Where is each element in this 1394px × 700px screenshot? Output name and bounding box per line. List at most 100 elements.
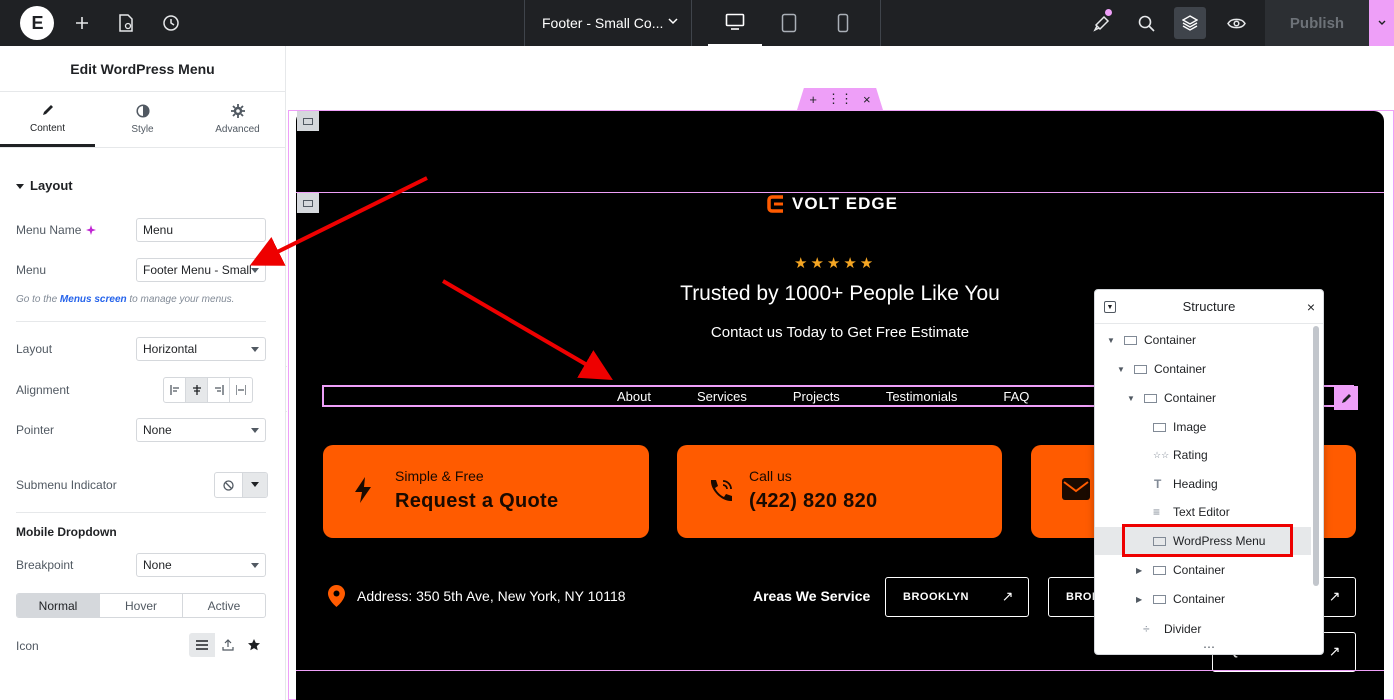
star-icon[interactable] xyxy=(241,633,267,657)
tab-style[interactable]: Style xyxy=(95,92,190,147)
pointer-select[interactable]: None xyxy=(136,418,266,442)
menu-label: Menu xyxy=(16,263,47,277)
menu-item-faq[interactable]: FAQ xyxy=(1003,389,1029,404)
chevron-down-icon xyxy=(251,563,259,568)
ai-sparkle-icon[interactable] xyxy=(86,225,97,235)
notifications-icon[interactable] xyxy=(1090,0,1114,46)
divider xyxy=(16,321,266,322)
divider-icon: ÷ xyxy=(1143,622,1150,636)
state-tab-hover[interactable]: Hover xyxy=(100,594,183,617)
menu-name-label-row: Menu Name xyxy=(16,223,97,237)
structure-panel: ▼ Structure × ▼ Container ▼ Container ▼ Con… xyxy=(1094,289,1324,655)
section-layout-title: Layout xyxy=(30,178,73,193)
menu-item-about[interactable]: About xyxy=(617,389,651,404)
preview-eye-icon[interactable] xyxy=(1224,0,1248,46)
container-handle-icon[interactable] xyxy=(297,193,319,213)
tab-advanced[interactable]: Advanced xyxy=(190,92,285,147)
chevron-down-icon xyxy=(251,428,259,433)
structure-node-heading[interactable]: T Heading xyxy=(1095,470,1311,498)
align-justify-icon[interactable] xyxy=(230,378,252,402)
menu-item-testimonials[interactable]: Testimonials xyxy=(886,389,958,404)
state-tabs: Normal Hover Active xyxy=(16,593,266,618)
layout-select[interactable]: Horizontal xyxy=(136,337,266,361)
node-label: Container xyxy=(1144,333,1197,347)
brand-logo: VOLT EDGE xyxy=(766,194,898,214)
chevron-down-icon[interactable] xyxy=(243,473,267,497)
elementor-logo[interactable]: E xyxy=(20,6,54,40)
cta-card-quote[interactable]: Simple & Free Request a Quote xyxy=(323,445,649,538)
publish-options-chevron-icon[interactable] xyxy=(1369,0,1394,46)
structure-node-rating[interactable]: ☆☆ Rating xyxy=(1095,441,1311,469)
menu-item-projects[interactable]: Projects xyxy=(793,389,840,404)
dock-panel-icon[interactable]: ▼ xyxy=(1104,301,1116,313)
container-handle-icon[interactable] xyxy=(297,111,319,131)
structure-node-container[interactable]: ▶ Container xyxy=(1095,556,1311,584)
structure-node-container[interactable]: ▼ Container xyxy=(1095,326,1311,354)
history-icon[interactable] xyxy=(159,0,183,46)
menus-screen-link[interactable]: Menus screen xyxy=(60,294,127,305)
hint-suffix: to manage your menus. xyxy=(129,294,235,305)
add-element-icon[interactable] xyxy=(70,0,94,46)
menu-item-services[interactable]: Services xyxy=(697,389,747,404)
none-circle-icon[interactable] xyxy=(215,473,243,497)
footer-menu: About Services Projects Testimonials FAQ xyxy=(617,389,1075,404)
page-settings-icon[interactable] xyxy=(114,0,138,46)
drag-handle-icon[interactable]: ⋮⋮ xyxy=(827,91,853,107)
alignment-buttons xyxy=(163,377,253,403)
menus-hint: Go to the Menus screen to manage your me… xyxy=(16,294,234,305)
notification-dot xyxy=(1105,9,1112,16)
menu-name-input[interactable]: Menu xyxy=(136,218,266,242)
rating-icon: ☆☆ xyxy=(1153,449,1170,460)
submenu-indicator-picker[interactable] xyxy=(214,472,268,498)
pencil-icon xyxy=(42,104,53,115)
upload-icon[interactable] xyxy=(215,633,241,657)
structure-node-image[interactable]: Image xyxy=(1095,413,1311,441)
tab-content[interactable]: Content xyxy=(0,92,95,147)
map-pin-icon xyxy=(328,585,345,607)
brand-name: VOLT EDGE xyxy=(792,194,898,213)
hamburger-icon[interactable] xyxy=(189,633,215,657)
node-label: Divider xyxy=(1164,622,1202,636)
add-section-icon[interactable]: + xyxy=(809,92,817,107)
delete-section-icon[interactable]: × xyxy=(863,92,871,107)
document-title-dropdown[interactable]: Footer - Small Co... xyxy=(524,0,692,46)
icon-picker xyxy=(189,633,267,657)
section-handle[interactable]: + ⋮⋮ × xyxy=(797,88,883,110)
menu-select[interactable]: Footer Menu - Small xyxy=(136,258,266,282)
chevron-down-icon xyxy=(251,268,259,273)
structure-node-divider[interactable]: ÷ Divider xyxy=(1095,615,1311,643)
tab-advanced-label: Advanced xyxy=(215,124,260,135)
structure-layers-icon[interactable] xyxy=(1174,7,1206,39)
tablet-view-icon[interactable] xyxy=(762,0,816,46)
chevron-down-icon xyxy=(251,347,259,352)
structure-node-text-editor[interactable]: ≡ Text Editor xyxy=(1095,498,1311,526)
structure-node-container[interactable]: ▼ Container xyxy=(1095,355,1311,383)
structure-node-container[interactable]: ▶ Container xyxy=(1095,585,1311,613)
cta-value: Request a Quote xyxy=(395,490,559,512)
tab-content-label: Content xyxy=(29,122,66,134)
align-end-icon[interactable] xyxy=(208,378,230,402)
section-layout-toggle[interactable]: Layout xyxy=(16,178,73,193)
cta-card-call[interactable]: Call us (422) 820 820 xyxy=(677,445,1002,538)
edit-widget-pencil-icon[interactable] xyxy=(1334,386,1358,410)
area-button-brooklyn[interactable]: BROOKLYN ↗ xyxy=(885,577,1029,617)
gear-icon xyxy=(230,104,245,118)
search-icon[interactable] xyxy=(1134,0,1158,46)
cta-kicker: Simple & Free xyxy=(395,468,484,484)
structure-node-container[interactable]: ▼ Container xyxy=(1095,384,1311,412)
container-outline xyxy=(296,670,1384,671)
close-icon[interactable]: × xyxy=(1307,299,1315,315)
desktop-view-icon[interactable] xyxy=(708,0,762,46)
align-center-icon[interactable] xyxy=(186,378,208,402)
areas-heading: Areas We Service xyxy=(753,588,871,604)
align-start-icon[interactable] xyxy=(164,378,186,402)
mobile-view-icon[interactable] xyxy=(816,0,870,46)
top-bar: E Footer - Small Co... Publish xyxy=(0,0,1394,46)
state-tab-normal[interactable]: Normal xyxy=(17,594,100,617)
structure-scrollbar[interactable] xyxy=(1313,326,1319,586)
breakpoint-select[interactable]: None xyxy=(136,553,266,577)
state-tab-active[interactable]: Active xyxy=(183,594,265,617)
publish-button[interactable]: Publish xyxy=(1265,0,1369,46)
hero-subheading: Contact us Today to Get Free Estimate xyxy=(710,324,970,341)
volt-edge-logo-icon xyxy=(767,195,783,213)
